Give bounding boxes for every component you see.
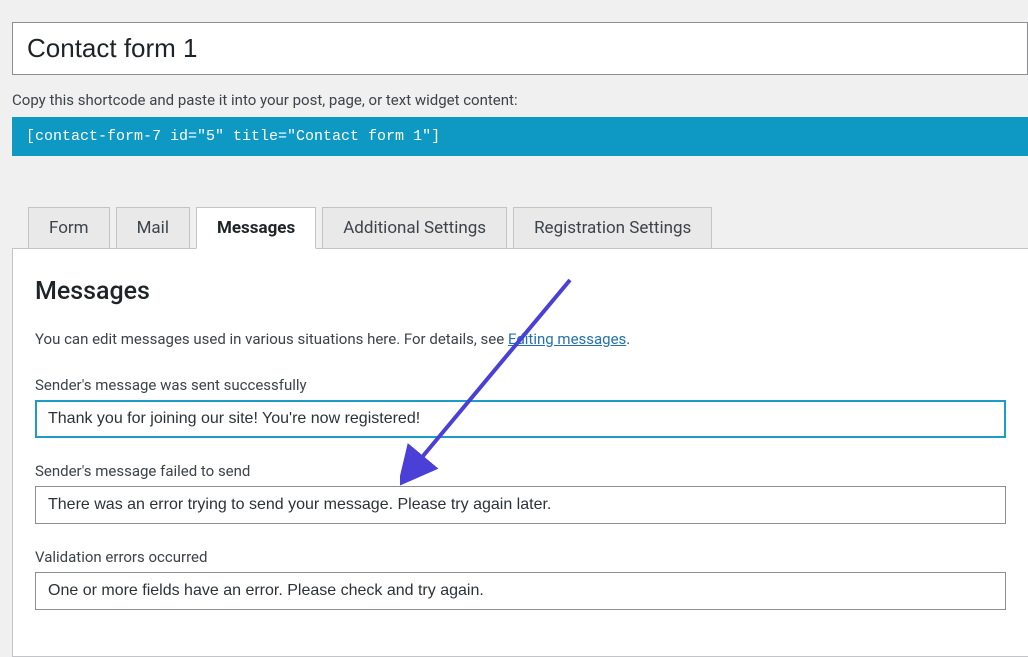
shortcode-instructions: Copy this shortcode and paste it into yo… — [12, 91, 1028, 109]
tabs-nav: Form Mail Messages Additional Settings R… — [28, 207, 1028, 249]
tab-registration-settings[interactable]: Registration Settings — [513, 207, 712, 249]
tab-mail[interactable]: Mail — [116, 207, 190, 249]
tab-additional-settings[interactable]: Additional Settings — [322, 207, 507, 249]
field-input-send-failed[interactable] — [35, 486, 1006, 524]
field-sent-success: Sender's message was sent successfully — [35, 376, 1006, 438]
field-send-failed: Sender's message failed to send — [35, 462, 1006, 524]
panel-intro-text: You can edit messages used in various si… — [35, 330, 508, 348]
field-input-validation-errors[interactable] — [35, 572, 1006, 610]
panel-heading: Messages — [35, 277, 1006, 306]
editing-messages-link[interactable]: Editing messages — [508, 330, 626, 348]
form-title-input[interactable] — [12, 22, 1028, 75]
field-label-validation-errors: Validation errors occurred — [35, 548, 1006, 566]
tab-messages[interactable]: Messages — [196, 207, 316, 249]
tab-form[interactable]: Form — [28, 207, 110, 249]
field-input-sent-success[interactable] — [35, 400, 1006, 438]
field-label-send-failed: Sender's message failed to send — [35, 462, 1006, 480]
messages-panel: Messages You can edit messages used in v… — [12, 248, 1028, 657]
shortcode-box[interactable]: [contact-form-7 id="5" title="Contact fo… — [12, 117, 1028, 156]
panel-intro: You can edit messages used in various si… — [35, 330, 1006, 348]
field-validation-errors: Validation errors occurred — [35, 548, 1006, 610]
field-label-sent-success: Sender's message was sent successfully — [35, 376, 1006, 394]
panel-intro-after: . — [626, 330, 630, 348]
